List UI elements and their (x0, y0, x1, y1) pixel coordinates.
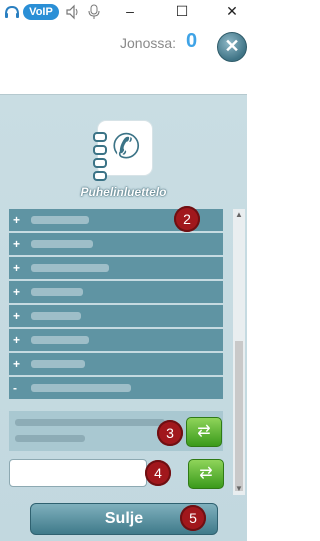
phonebook-panel: ✆ Puhelinluettelo + + + + + + + - ▲ ▼ ⇄ … (0, 94, 247, 541)
list-item[interactable]: + (9, 329, 223, 351)
contact-group-list: + + + + + + + - (9, 209, 223, 401)
list-item[interactable]: + (9, 281, 223, 303)
expand-icon[interactable]: + (13, 281, 23, 303)
dial-call-button[interactable]: ⇄ (188, 459, 224, 489)
collapse-icon[interactable]: - (13, 377, 23, 399)
group-label (31, 312, 81, 320)
microphone-icon[interactable] (88, 4, 100, 20)
minimize-button[interactable]: – (118, 0, 142, 24)
list-item[interactable]: + (9, 233, 223, 255)
dial-number-input[interactable] (9, 459, 147, 487)
expand-icon[interactable]: + (13, 209, 23, 231)
callout-badge: 5 (180, 505, 206, 531)
group-label (31, 240, 93, 248)
expand-icon[interactable]: + (13, 233, 23, 255)
group-label (31, 216, 89, 224)
maximize-button[interactable]: ☐ (170, 0, 194, 24)
scroll-down-icon[interactable]: ▼ (233, 483, 245, 495)
group-label (31, 288, 83, 296)
expand-icon[interactable]: + (13, 353, 23, 375)
group-label (31, 336, 89, 344)
callout-badge: 2 (174, 206, 200, 232)
close-panel-button[interactable]: ✕ (217, 32, 247, 62)
group-label (31, 360, 85, 368)
speaker-icon[interactable] (65, 4, 81, 20)
list-item[interactable]: + (9, 305, 223, 327)
title-bar: VoIP – ☐ ✕ (0, 0, 247, 24)
callout-badge: 3 (157, 420, 183, 446)
queue-count: 0 (186, 30, 198, 52)
window-close-button[interactable]: ✕ (220, 0, 244, 24)
callout-badge: 4 (145, 460, 171, 486)
list-item[interactable]: + (9, 257, 223, 279)
scroll-thumb[interactable] (235, 341, 243, 491)
expand-icon[interactable]: + (13, 329, 23, 351)
scroll-up-icon[interactable]: ▲ (233, 209, 245, 221)
contact-name-blur (15, 419, 165, 426)
expand-icon[interactable]: + (13, 305, 23, 327)
call-contact-button[interactable]: ⇄ (186, 417, 222, 447)
list-item[interactable]: + (9, 353, 223, 375)
group-label (31, 384, 131, 392)
phonebook-icon: ✆ (93, 121, 152, 181)
list-scrollbar[interactable]: ▲ ▼ (233, 209, 245, 495)
expand-icon[interactable]: + (13, 257, 23, 279)
headset-icon[interactable] (4, 4, 20, 20)
voip-badge[interactable]: VoIP (23, 4, 59, 20)
contact-number-blur (15, 435, 85, 442)
group-label (31, 264, 109, 272)
phonebook-title: Puhelinluettelo (80, 185, 167, 199)
queue-header: Jonossa: 0 ✕ (0, 24, 247, 94)
queue-label: Jonossa: (120, 35, 177, 51)
list-item[interactable]: - (9, 377, 223, 399)
